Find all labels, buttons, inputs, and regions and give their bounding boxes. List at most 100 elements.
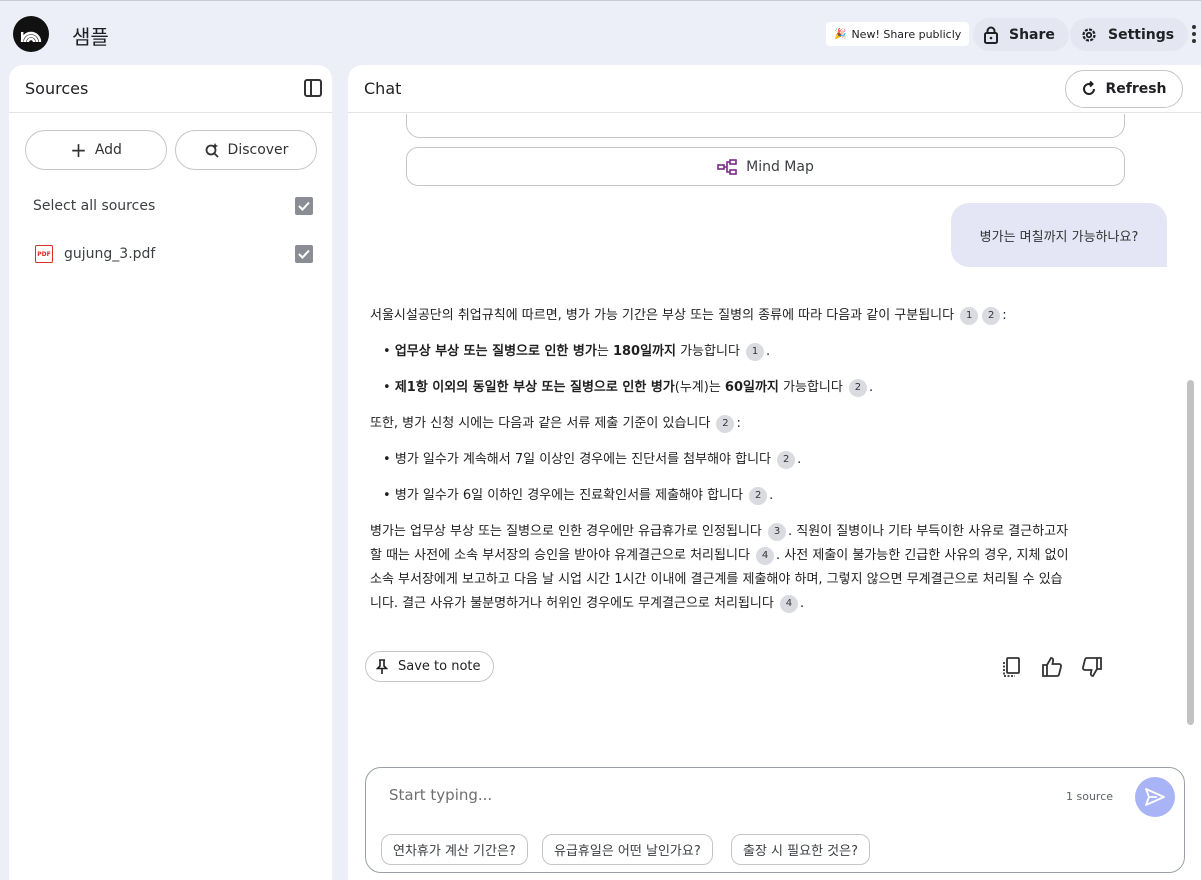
bullet-text: (누계)는 xyxy=(674,380,725,395)
period-text: . xyxy=(799,596,805,611)
notebook-title[interactable]: 샘플 xyxy=(72,21,109,50)
paragraph-text: 할 때는 사전에 소속 부서장의 승인을 받아야 유계결근으로 처리됩니다 xyxy=(370,548,750,563)
paragraph-text: . 직원이 질병이나 기타 부득이한 사유로 결근하고자 xyxy=(788,524,1069,539)
citation-badge[interactable]: 4 xyxy=(756,547,775,565)
paragraph-text: . 사전 제출이 불가능한 긴급한 사유의 경우, 지체 없이 xyxy=(776,548,1069,563)
thumbs-down-icon[interactable] xyxy=(1080,655,1104,679)
suggested-question-chip[interactable]: 유급휴일은 어떤 날인가요? xyxy=(542,834,713,865)
new-share-publicly-banner[interactable]: 🎉 New! Share publicly xyxy=(826,22,970,46)
bullet-text: 는 xyxy=(596,344,613,359)
citation-badge[interactable]: 3 xyxy=(768,523,786,541)
copy-icon[interactable] xyxy=(1000,655,1024,679)
notebooklm-logo-icon[interactable] xyxy=(13,16,49,52)
source-count: 1 source xyxy=(1066,790,1114,803)
save-to-note-label: Save to note xyxy=(398,659,481,674)
new-share-label: New! Share publicly xyxy=(851,27,962,41)
bullet-item: • 병가 일수가 6일 이하인 경우에는 진료확인서를 제출해야 합니다 2. xyxy=(383,487,774,505)
settings-button[interactable]: Settings xyxy=(1070,18,1189,51)
sources-panel: Sources + Add Discover Select all source… xyxy=(9,65,332,880)
answer-docs-intro: 또한, 병가 신청 시에는 다음과 같은 서류 제출 기준이 있습니다 2: xyxy=(370,412,741,436)
answer-intro: 서울시설공단의 취업규칙에 따르면, 병가 가능 기간은 부상 또는 질병의 종… xyxy=(370,304,1007,328)
colon-text: : xyxy=(736,416,741,431)
sources-header: Sources xyxy=(9,65,332,113)
user-message: 병가는 며칠까지 가능하나요? xyxy=(951,203,1167,267)
refresh-icon xyxy=(1083,81,1096,95)
paragraph-text: 소속 부서장에게 보고하고 다음 날 시업 시간 1시간 이내에 결근계를 제출… xyxy=(370,572,1063,587)
paragraph-text: 병가는 업무상 부상 또는 질병으로 인한 경우에만 유급휴가로 인정됩니다 xyxy=(370,524,762,539)
bullet-bold-text: 제1항 이외의 동일한 부상 또는 질병으로 인한 병가 xyxy=(394,380,675,395)
bullet-bold-text: 업무상 부상 또는 질병으로 인한 병가 xyxy=(394,344,597,359)
bullet-item: • 업무상 부상 또는 질병으로 인한 병가는 180일까지 가능합니다 1. xyxy=(383,343,771,361)
source-checkbox[interactable] xyxy=(295,245,313,263)
lock-icon xyxy=(984,26,998,44)
bullet-text: 병가 일수가 계속해서 7일 이상인 경우에는 진단서를 첨부해야 합니다 xyxy=(394,452,772,467)
mind-map-button[interactable]: Mind Map xyxy=(406,147,1125,186)
bullet-bold-text: 180일까지 xyxy=(612,344,676,359)
bullet-text: 병가 일수가 6일 이하인 경우에는 진료확인서를 제출해야 합니다 xyxy=(394,488,743,503)
suggestion-card[interactable] xyxy=(406,114,1125,138)
colon-text: : xyxy=(1002,308,1007,323)
party-popper-icon: 🎉 xyxy=(834,28,847,40)
suggested-question-chip[interactable]: 연차휴가 계산 기간은? xyxy=(381,834,528,865)
more-options-icon[interactable] xyxy=(1192,25,1198,43)
citation-badge[interactable]: 2 xyxy=(716,415,735,433)
period-text: . xyxy=(766,344,771,359)
chat-title: Chat xyxy=(364,79,402,98)
citation-badge[interactable]: 4 xyxy=(779,595,798,613)
citation-badge[interactable]: 1 xyxy=(960,307,979,325)
pdf-icon: PDF xyxy=(35,245,53,263)
paragraph-line: 할 때는 사전에 소속 부서장의 승인을 받아야 유계결근으로 처리됩니다 4.… xyxy=(370,544,1069,568)
period-text: . xyxy=(769,488,774,503)
bullet-bold-text: 60일까지 xyxy=(724,380,779,395)
citation-badge[interactable]: 2 xyxy=(749,487,768,505)
discover-search-icon xyxy=(205,143,219,158)
save-to-note-button[interactable]: Save to note xyxy=(365,651,494,682)
refresh-button[interactable]: Refresh xyxy=(1065,70,1183,108)
citation-badge[interactable]: 1 xyxy=(746,343,765,361)
citation-badge[interactable]: 2 xyxy=(982,307,1001,325)
period-text: . xyxy=(868,380,874,395)
discover-label: Discover xyxy=(227,142,289,158)
citation-badge[interactable]: 2 xyxy=(848,379,867,397)
discover-sources-button[interactable]: Discover xyxy=(175,130,317,170)
chat-panel: Chat Refresh Mind Map 병가는 며칠까지 가능하나요? 서울… xyxy=(348,65,1201,880)
refresh-label: Refresh xyxy=(1105,81,1167,97)
plus-icon: + xyxy=(70,138,87,162)
chat-input[interactable] xyxy=(389,786,989,804)
citation-badge[interactable]: 2 xyxy=(777,451,796,469)
bullet-item: • 병가 일수가 계속해서 7일 이상인 경우에는 진단서를 첨부해야 합니다 … xyxy=(383,451,802,469)
pin-icon xyxy=(376,658,388,674)
chat-scroll-area[interactable]: Mind Map 병가는 며칠까지 가능하나요? 서울시설공단의 취업규칙에 따… xyxy=(348,114,1201,754)
bullet-text: 가능합니다 xyxy=(778,380,843,395)
gear-icon xyxy=(1082,27,1096,42)
select-all-checkbox[interactable] xyxy=(295,197,313,215)
period-text: . xyxy=(797,452,802,467)
share-button[interactable]: Share xyxy=(973,18,1069,51)
settings-label: Settings xyxy=(1108,26,1175,43)
select-all-label: Select all sources xyxy=(33,198,156,214)
sources-title: Sources xyxy=(25,79,89,98)
bullet-text: 가능합니다 xyxy=(675,344,740,359)
collapse-panel-icon[interactable] xyxy=(304,79,322,97)
paragraph-line: 니다. 결근 사유가 불분명하거나 허위인 경우에도 무계결근으로 처리됩니다 … xyxy=(370,592,804,616)
chat-header: Chat Refresh xyxy=(348,65,1201,113)
send-button[interactable] xyxy=(1135,777,1175,817)
add-label: Add xyxy=(94,142,122,158)
mind-map-icon xyxy=(717,158,737,175)
paragraph-text: 니다. 결근 사유가 불분명하거나 허위인 경우에도 무계결근으로 처리됩니다 xyxy=(370,596,774,611)
source-item[interactable]: PDF gujung_3.pdf xyxy=(33,242,313,266)
mind-map-label: Mind Map xyxy=(746,158,814,175)
source-filename: gujung_3.pdf xyxy=(64,246,156,262)
docs-intro-text: 또한, 병가 신청 시에는 다음과 같은 서류 제출 기준이 있습니다 xyxy=(370,416,711,431)
paragraph-line: 병가는 업무상 부상 또는 질병으로 인한 경우에만 유급휴가로 인정됩니다 3… xyxy=(370,520,1068,544)
add-source-button[interactable]: + Add xyxy=(25,130,167,170)
user-message-text: 병가는 며칠까지 가능하나요? xyxy=(979,229,1139,245)
send-icon xyxy=(1145,788,1165,806)
suggested-question-chip[interactable]: 출장 시 필요한 것은? xyxy=(731,834,870,865)
thumbs-up-icon[interactable] xyxy=(1040,655,1064,679)
chat-composer: 1 source 연차휴가 계산 기간은? 유급휴일은 어떤 날인가요? 출장 … xyxy=(365,767,1185,873)
chat-scrollbar[interactable] xyxy=(1187,380,1194,725)
top-bar: 샘플 🎉 New! Share publicly Share Settings xyxy=(0,0,1201,64)
paragraph-line: 소속 부서장에게 보고하고 다음 날 시업 시간 1시간 이내에 결근계를 제출… xyxy=(370,568,1063,592)
select-all-row[interactable]: Select all sources xyxy=(33,194,313,218)
